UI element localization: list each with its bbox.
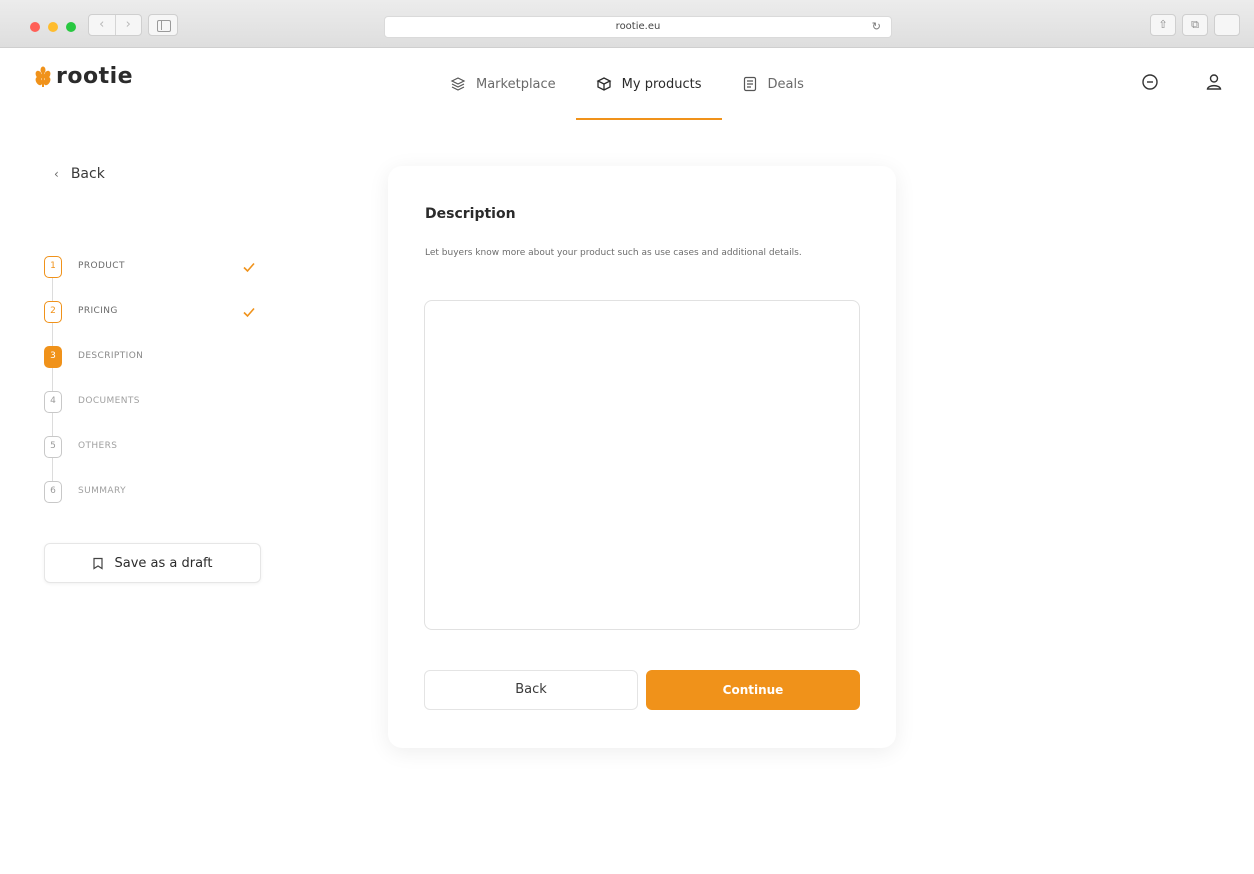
nav-item-label: My products xyxy=(621,76,702,92)
address-bar[interactable]: rootie.eu ↻ xyxy=(384,16,892,38)
step-documents[interactable]: 4 DOCUMENTS xyxy=(44,391,276,436)
step-number: 5 xyxy=(44,436,62,458)
step-connector xyxy=(52,323,53,346)
section-title: Description xyxy=(425,206,516,222)
save-draft-button[interactable]: Save as a draft xyxy=(44,543,261,583)
bookmark-icon xyxy=(93,557,104,570)
browser-toolbar: ‹ › rootie.eu ↻ ⇧ ⧉ xyxy=(0,0,1254,48)
user-icon[interactable] xyxy=(1204,72,1224,92)
checkmark-icon xyxy=(243,262,255,273)
nav-item-deals[interactable]: Deals xyxy=(722,48,824,120)
step-label: DOCUMENTS xyxy=(78,396,140,406)
back-label: Back xyxy=(70,166,105,182)
browser-back-button[interactable]: ‹ xyxy=(89,15,116,35)
main-nav: Marketplace My products Deals xyxy=(430,48,824,120)
step-number: 2 xyxy=(44,301,62,323)
step-summary[interactable]: 6 SUMMARY xyxy=(44,481,276,526)
continue-button[interactable]: Continue xyxy=(646,670,860,710)
step-number: 4 xyxy=(44,391,62,413)
url-text: rootie.eu xyxy=(615,21,661,32)
description-textarea[interactable] xyxy=(424,300,860,630)
close-window-button[interactable] xyxy=(30,22,40,32)
brand-name: rootie xyxy=(56,64,134,89)
chat-icon[interactable] xyxy=(1140,72,1160,92)
step-connector xyxy=(52,278,53,301)
step-product[interactable]: 1 PRODUCT xyxy=(44,256,276,301)
nav-item-my-products[interactable]: My products xyxy=(575,48,722,120)
step-number: 3 xyxy=(44,346,62,368)
step-connector xyxy=(52,368,53,391)
app-header: rootie Marketplace My products Deals xyxy=(0,48,1254,120)
step-label: DESCRIPTION xyxy=(78,351,144,361)
logo[interactable]: rootie xyxy=(34,64,133,89)
document-icon xyxy=(743,76,756,92)
wheat-icon xyxy=(35,66,51,87)
nav-item-label: Deals xyxy=(767,76,804,92)
history-nav: ‹ › xyxy=(88,14,142,36)
chevron-left-icon: ‹ xyxy=(54,167,59,181)
browser-forward-button[interactable]: › xyxy=(116,15,142,35)
sidebar-toggle-icon[interactable] xyxy=(148,14,178,36)
checkmark-icon xyxy=(243,307,255,318)
section-help-text: Let buyers know more about your product … xyxy=(425,248,802,258)
share-icon[interactable]: ⇧ xyxy=(1150,14,1176,36)
back-button[interactable]: Back xyxy=(424,670,638,710)
box-icon xyxy=(596,77,612,91)
step-number: 1 xyxy=(44,256,62,278)
nav-item-marketplace[interactable]: Marketplace xyxy=(430,48,576,120)
step-connector xyxy=(52,458,53,481)
step-label: PRODUCT xyxy=(78,261,125,271)
zoom-window-button[interactable] xyxy=(66,22,76,32)
step-pricing[interactable]: 2 PRICING xyxy=(44,301,276,346)
tabs-overview-icon[interactable]: ⧉ xyxy=(1182,14,1208,36)
step-connector xyxy=(52,413,53,436)
step-list: 1 PRODUCT 2 PRICING 3 DESCRIPTION 4 DOCU… xyxy=(44,256,276,526)
save-draft-label: Save as a draft xyxy=(114,555,213,571)
step-description[interactable]: 3 DESCRIPTION xyxy=(44,346,276,391)
description-card: Description Let buyers know more about y… xyxy=(388,166,896,748)
step-label: SUMMARY xyxy=(78,486,126,496)
new-tab-icon[interactable] xyxy=(1214,14,1240,36)
step-number: 6 xyxy=(44,481,62,503)
minimize-window-button[interactable] xyxy=(48,22,58,32)
step-others[interactable]: 5 OTHERS xyxy=(44,436,276,481)
back-link[interactable]: ‹ Back xyxy=(54,166,105,182)
step-label: PRICING xyxy=(78,306,118,316)
step-label: OTHERS xyxy=(78,441,118,451)
reload-icon[interactable]: ↻ xyxy=(872,17,881,37)
layers-icon xyxy=(450,77,466,91)
nav-item-label: Marketplace xyxy=(476,76,556,92)
